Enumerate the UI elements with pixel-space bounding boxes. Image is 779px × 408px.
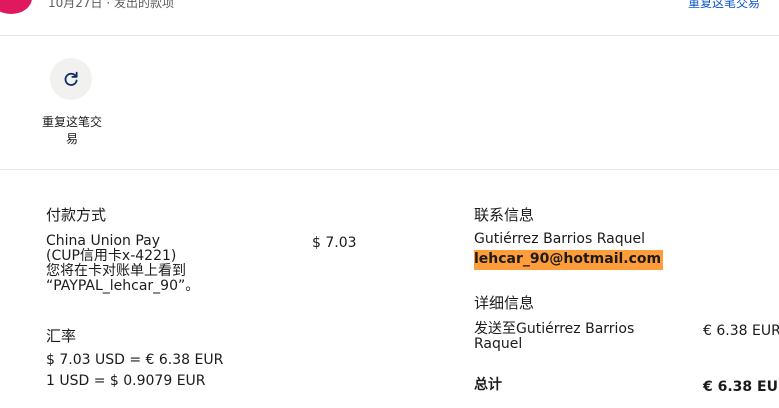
repeat-button[interactable] xyxy=(50,58,92,100)
total-label: 总计 xyxy=(474,377,502,393)
repeat-transaction-link[interactable]: 重复这笔交易 xyxy=(688,0,760,11)
payment-amount: $ 7.03 xyxy=(312,235,357,251)
details-title: 详细信息 xyxy=(474,294,535,312)
total-amount: € 6.38 EUR xyxy=(703,379,779,395)
refresh-icon xyxy=(64,71,78,86)
payment-method-details: China Union Pay (CUP信用卡x-4221) 您将在卡对账单上看… xyxy=(46,233,200,294)
exchange-rate-title: 汇率 xyxy=(46,327,77,345)
sent-amount: € 6.38 EUR xyxy=(703,323,779,339)
contact-info-title: 联系信息 xyxy=(474,206,535,224)
sent-to-recipient: 发送至Gutiérrez Barrios Raquel xyxy=(474,321,635,352)
transaction-subtitle: 10月27日 · 发出的款项 xyxy=(48,0,174,10)
exchange-rate-line: 1 USD = $ 0.9079 EUR xyxy=(46,373,206,389)
divider xyxy=(0,35,779,36)
repeat-button-label: 重复这笔交 易 xyxy=(41,115,102,146)
payment-method-title: 付款方式 xyxy=(46,206,107,224)
contact-name: Gutiérrez Barrios Raquel xyxy=(474,231,645,247)
avatar xyxy=(0,0,32,14)
contact-email[interactable]: lehcar_90@hotmail.com xyxy=(474,250,664,270)
exchange-rate-line: $ 7.03 USD = € 6.38 EUR xyxy=(46,352,224,368)
divider xyxy=(0,169,779,170)
